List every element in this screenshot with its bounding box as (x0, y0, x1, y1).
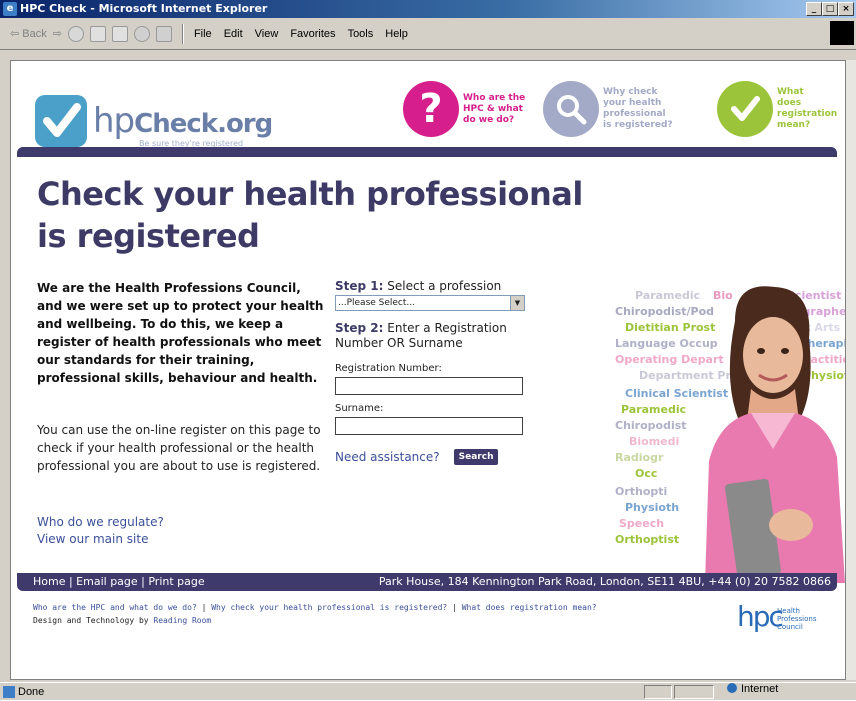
logo-wordmark: hpCheck.org (93, 101, 273, 141)
word: Paramedic (635, 289, 701, 302)
internet-zone: Internet (727, 683, 778, 695)
title-bar: e HPC Check - Microsoft Internet Explore… (0, 0, 856, 18)
menu-edit[interactable]: Edit (224, 28, 243, 40)
link-main-site[interactable]: View our main site (37, 531, 164, 548)
maximize-button[interactable]: □ (822, 2, 838, 16)
toolbar-separator (181, 23, 184, 44)
word: Physioth (625, 501, 680, 514)
side-links: Who do we regulate? View our main site (37, 514, 164, 548)
word: Orthopti (615, 485, 668, 498)
print-icon[interactable] (155, 25, 172, 42)
menu-bar: File Edit View Favorites Tools Help (194, 28, 408, 40)
browser-toolbar: ⇦ Back ⇨ File Edit View Favorites Tools … (0, 18, 856, 50)
back-button[interactable]: ⇦ Back (10, 27, 47, 40)
nurse-photo (695, 281, 845, 583)
magnifier-icon (543, 81, 599, 137)
word: Radiogr (615, 451, 664, 464)
vertical-scrollbar[interactable] (846, 60, 856, 680)
word: Occ (635, 467, 658, 480)
question-mark-icon: ? (403, 81, 459, 137)
step2-heading: Step 2: Enter a Registration Number OR S… (335, 321, 507, 350)
page-done-icon (3, 686, 15, 698)
surname-input[interactable] (335, 417, 523, 435)
menu-view[interactable]: View (255, 28, 279, 40)
page-title: Check your health professional is regist… (37, 175, 583, 255)
profession-select[interactable]: ...Please Select... ▼ (335, 295, 525, 311)
browser-window: e HPC Check - Microsoft Internet Explore… (0, 0, 856, 700)
favorites-icon[interactable] (133, 25, 150, 42)
surname-label: Surname: (335, 403, 384, 414)
globe-icon (727, 683, 737, 693)
menu-file[interactable]: File (194, 28, 212, 40)
header-divider-bar (17, 147, 837, 157)
footer-page-links[interactable]: Home | Email page | Print page (33, 573, 205, 591)
minimize-button[interactable]: _ (806, 2, 822, 16)
footer-bar: Home | Email page | Print page Park Hous… (17, 573, 837, 591)
search-button[interactable]: Search (453, 449, 499, 465)
status-text: Done (18, 686, 45, 698)
close-button[interactable]: × (838, 2, 854, 16)
step1-heading: Step 1: Select a profession (335, 279, 502, 293)
site-logo[interactable]: hpCheck.org Be sure they're registered (35, 87, 275, 149)
menu-favorites[interactable]: Favorites (290, 28, 335, 40)
menu-tools[interactable]: Tools (348, 28, 374, 40)
registration-number-input[interactable] (335, 377, 523, 395)
chevron-down-icon[interactable]: ▼ (510, 296, 524, 310)
footer-links: Who are the HPC and what do we do? | Why… (33, 603, 597, 625)
register-search-form: Step 1: Select a profession ...Please Se… (335, 279, 545, 465)
link-who-do-we-regulate[interactable]: Who do we regulate? (37, 514, 164, 531)
ie-icon: e (3, 2, 17, 16)
checkmark-icon (717, 81, 773, 137)
intro-text: We are the Health Professions Council, a… (37, 281, 324, 385)
footer-link-registration-meaning[interactable]: What does registration mean? (462, 603, 597, 612)
status-bar: Done Internet (0, 682, 856, 700)
word: Speech (619, 517, 665, 530)
word: Orthoptist (615, 533, 680, 546)
window-title: HPC Check - Microsoft Internet Explorer (20, 2, 268, 15)
windows-logo-icon (830, 21, 854, 45)
nav-who-are-hpc[interactable]: ? Who are the HPC & what do we do? (403, 81, 533, 137)
word: Biomedi (629, 435, 680, 448)
security-lock-icon (674, 685, 714, 699)
word: Paramedic (621, 403, 687, 416)
nav-who-are-hpc-label: Who are the HPC & what do we do? (463, 92, 526, 125)
nav-why-check-label: Why check your health professional is re… (603, 87, 673, 130)
menu-help[interactable]: Help (385, 28, 408, 40)
footer-credit: Design and Technology by (33, 616, 154, 625)
nav-registration-meaning[interactable]: What does registration mean? (717, 81, 838, 137)
stop-icon[interactable] (67, 25, 84, 42)
word: Chiropodist (615, 419, 687, 432)
nav-registration-meaning-label: What does registration mean? (777, 87, 838, 130)
refresh-icon[interactable] (89, 25, 106, 42)
footer-link-who-are-hpc[interactable]: Who are the HPC and what do we do? (33, 603, 197, 612)
status-pane (644, 685, 672, 699)
nav-why-check[interactable]: Why check your health professional is re… (543, 81, 673, 137)
home-icon[interactable] (111, 25, 128, 42)
reading-room-link[interactable]: Reading Room (153, 616, 211, 625)
hpc-logo[interactable]: hpc Health Professions Council (737, 603, 837, 637)
checkmark-logo-icon (35, 95, 87, 147)
page-content: hpCheck.org Be sure they're registered ?… (10, 60, 846, 680)
footer-link-why-check[interactable]: Why check your health professional is re… (211, 603, 447, 612)
need-assistance-link[interactable]: Need assistance? (335, 450, 440, 464)
intro-usage-text: You can use the on-line register on this… (37, 423, 321, 473)
footer-address: Park House, 184 Kennington Park Road, Lo… (378, 575, 831, 588)
forward-button[interactable]: ⇨ (53, 27, 62, 40)
registration-number-label: Registration Number: (335, 363, 442, 374)
